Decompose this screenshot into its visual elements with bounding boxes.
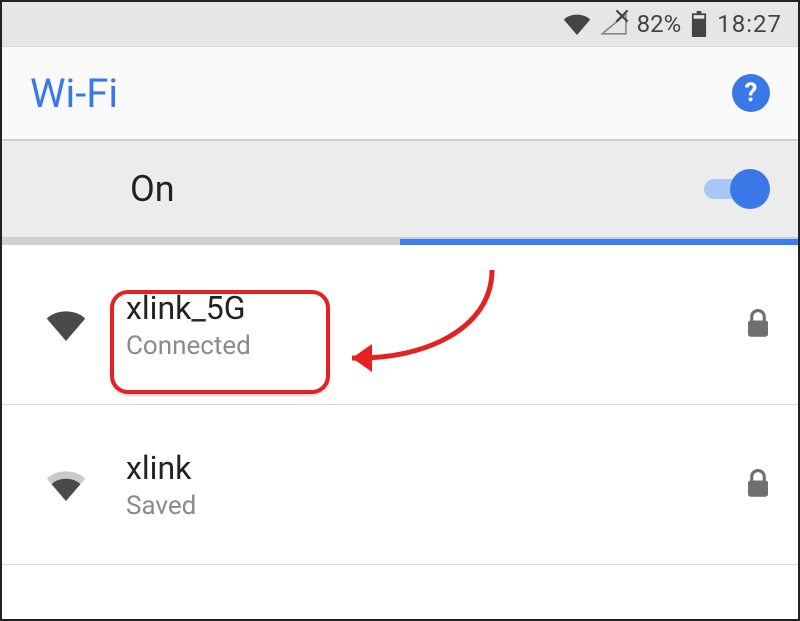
wifi-toggle-label: On <box>130 168 175 210</box>
page-title: Wi-Fi <box>30 70 118 117</box>
status-bar: 82% 18:27 <box>2 2 798 46</box>
lock-icon <box>746 468 770 502</box>
wifi-toggle-row[interactable]: On <box>2 141 798 239</box>
wifi-toggle-switch[interactable] <box>704 169 770 209</box>
network-status: Connected <box>126 331 710 361</box>
wifi-icon <box>563 13 591 35</box>
battery-percent: 82% <box>637 10 682 38</box>
title-bar: Wi-Fi ? <box>2 46 798 141</box>
cellular-no-signal-icon <box>601 13 627 35</box>
network-item-0[interactable]: xlink_5G Connected <box>2 245 798 405</box>
battery-icon <box>691 11 707 37</box>
network-list: xlink_5G Connected xlink Saved <box>2 245 798 565</box>
clock-time: 18:27 <box>717 10 782 38</box>
wifi-signal-icon <box>42 309 90 341</box>
lock-icon <box>746 308 770 342</box>
progress-bar <box>2 239 798 245</box>
network-text: xlink Saved <box>126 449 710 521</box>
wifi-signal-icon <box>42 469 90 501</box>
network-item-1[interactable]: xlink Saved <box>2 405 798 565</box>
network-ssid: xlink <box>126 449 710 487</box>
help-icon[interactable]: ? <box>732 74 770 112</box>
network-status: Saved <box>126 491 710 521</box>
network-text: xlink_5G Connected <box>126 289 710 361</box>
network-ssid: xlink_5G <box>126 289 710 327</box>
